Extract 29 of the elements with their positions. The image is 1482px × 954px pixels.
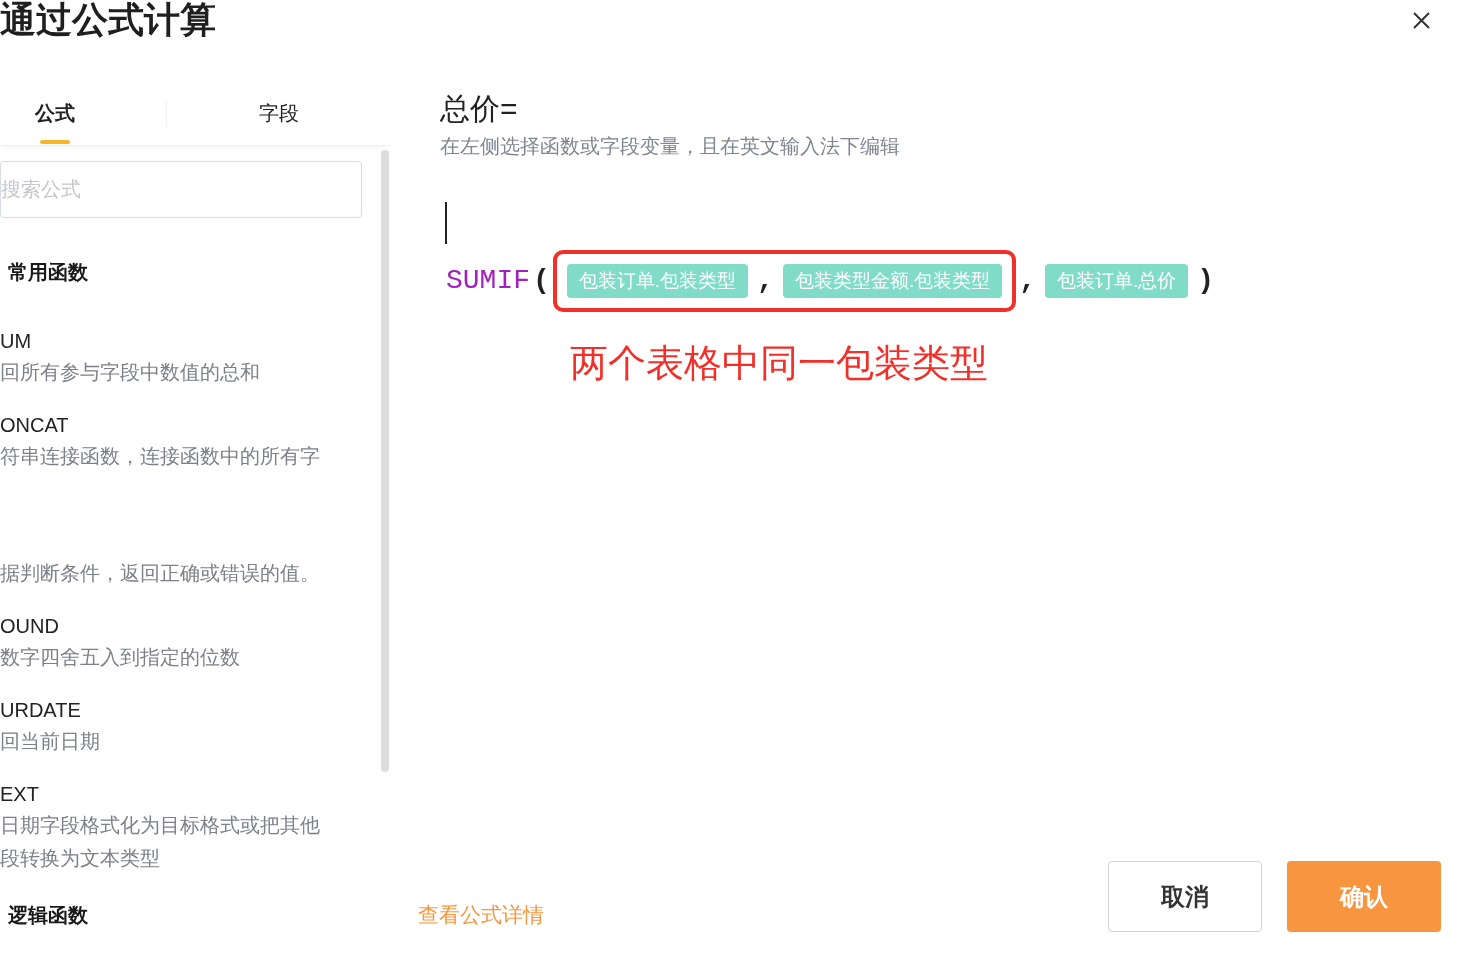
group-title: 常用函数 [7,260,89,285]
function-name[interactable]: EXT [0,779,335,809]
function-name[interactable]: UM [0,326,335,356]
function-description: 回当前日期 [0,729,101,754]
text-cursor [445,202,447,244]
punctuation: ( [532,264,551,298]
function-description: 数字四舍五入到指定的位数 [0,645,241,670]
punctuation: ) [1196,264,1216,298]
group-title: 逻辑函数 [7,903,89,928]
function-token: SUMIF [446,264,530,298]
scrollbar[interactable] [381,150,389,772]
function-description: 符串连接函数，连接函数中的所有字 [0,444,321,469]
function-name[interactable]: URDATE [0,695,335,725]
function-description: 日期字段格式化为目标格式或把其他段转换为文本类型 [0,813,321,871]
field-label: 总价= [440,91,518,127]
punctuation: , [756,264,775,298]
annotation-text: 两个表格中同一包装类型 [570,341,988,386]
function-description: 回所有参与字段中数值的总和 [0,360,261,385]
close-icon[interactable] [1413,12,1430,29]
punctuation: , [1018,264,1037,298]
cancel-button[interactable]: 取消 [1108,861,1262,932]
function-name[interactable]: ONCAT [0,410,335,440]
function-name[interactable]: OUND [0,611,335,641]
tab[interactable]: 公式 [0,82,166,145]
function-description: 据判断条件，返回正确或错误的值。 [0,561,321,586]
hint-text: 在左侧选择函数或字段变量，且在英文输入法下编辑 [440,134,900,159]
search-field[interactable]: 搜索公式 [0,161,362,218]
tab[interactable]: 字段 [167,82,390,145]
dialog-title: 通过公式计算 [0,0,217,42]
